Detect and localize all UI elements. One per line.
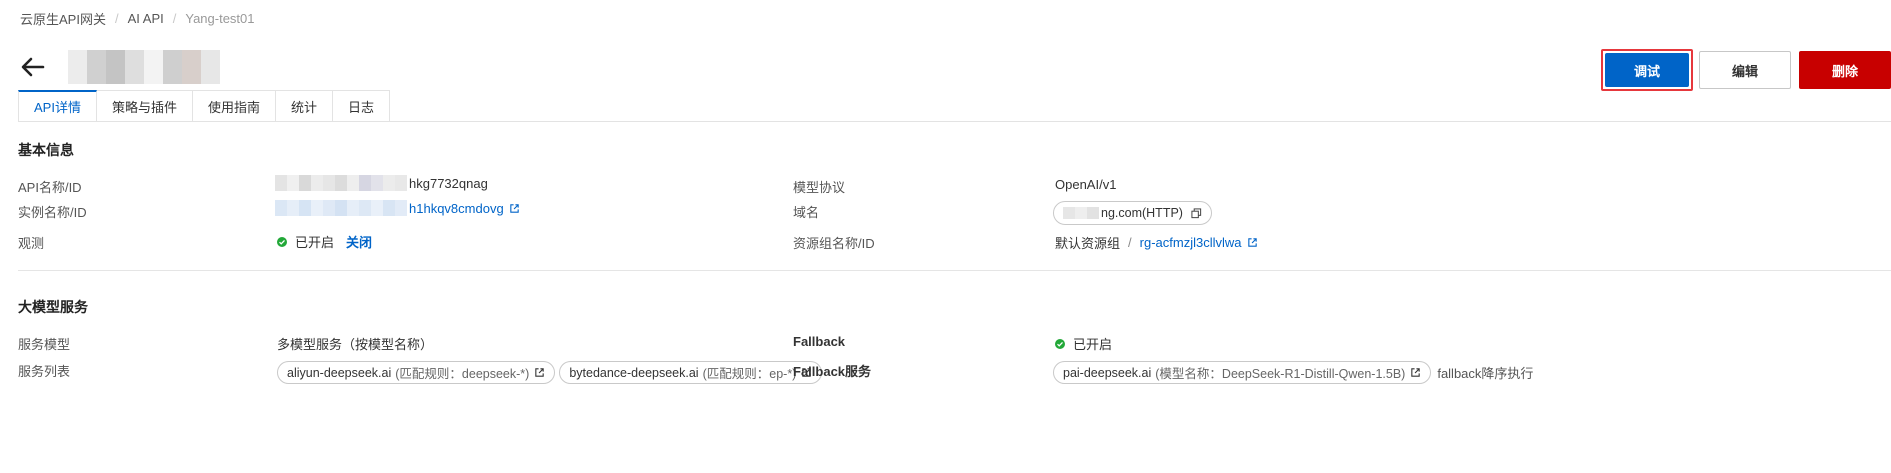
service-name: bytedance-deepseek.ai [569, 365, 699, 380]
fallback-label: Fallback [793, 334, 846, 349]
page-title-redacted [68, 50, 220, 84]
back-arrow-icon[interactable] [18, 52, 48, 82]
domain-pill: ng.com(HTTP) [1053, 201, 1212, 225]
page-header [18, 50, 220, 84]
observe-close-link[interactable]: 关闭 [346, 232, 372, 251]
service-list-label: 服务列表 [18, 364, 71, 379]
redacted-text [1063, 207, 1099, 219]
service-rule: (匹配规则：deepseek-*) [395, 367, 530, 381]
breadcrumb-item-ai-api[interactable]: AI API [128, 11, 164, 26]
fallback-service-rule: (模型名称：DeepSeek-R1-Distill-Qwen-1.5B) [1155, 367, 1406, 381]
service-pill-aliyun: aliyun-deepseek.ai (匹配规则：deepseek-*) [277, 361, 556, 384]
service-model-label: 服务模型 [18, 337, 71, 352]
check-circle-icon [277, 236, 287, 247]
tab-statistics[interactable]: 统计 [276, 90, 334, 122]
tab-bar: API详情 策略与插件 使用指南 统计 日志 [18, 90, 391, 122]
domain-value: ng.com(HTTP) [1053, 201, 1212, 225]
tab-policies-plugins[interactable]: 策略与插件 [96, 90, 193, 122]
redacted-text [275, 175, 407, 191]
external-link-icon[interactable] [509, 203, 520, 214]
instance-id-link[interactable]: h1hkqv8cmdovg [409, 201, 504, 216]
api-id-text: hkg7732qnag [409, 175, 488, 191]
fallback-order-text: fallback降序执行 [1437, 366, 1534, 381]
fallback-service-pill: pai-deepseek.ai (模型名称：DeepSeek-R1-Distil… [1053, 361, 1432, 384]
fallback-service-value: pai-deepseek.ai (模型名称：DeepSeek-R1-Distil… [1053, 361, 1533, 384]
external-link-icon[interactable] [1247, 237, 1258, 248]
section-title-model: 大模型服务 [18, 299, 88, 315]
resource-group-value: 默认资源组 / rg-acfmzjl3cllvlwa [1055, 233, 1258, 252]
breadcrumb-item-gateway[interactable]: 云原生API网关 [20, 9, 106, 28]
external-link-icon[interactable] [1410, 367, 1421, 378]
tab-usage-guide[interactable]: 使用指南 [192, 90, 276, 122]
fallback-service-label: Fallback服务 [793, 364, 872, 379]
resource-group-id-link[interactable]: rg-acfmzjl3cllvlwa [1140, 235, 1242, 250]
instance-label: 实例名称/ID [18, 205, 87, 220]
service-list: aliyun-deepseek.ai (匹配规则：deepseek-*) byt… [277, 361, 823, 384]
section-title-basic: 基本信息 [18, 142, 74, 158]
check-circle-icon [1055, 338, 1065, 349]
resource-group-label: 资源组名称/ID [793, 236, 875, 251]
tab-api-details[interactable]: API详情 [18, 90, 97, 122]
observe-label: 观测 [18, 236, 45, 251]
service-name: aliyun-deepseek.ai [287, 365, 392, 380]
fallback-status: 已开启 [1073, 337, 1113, 352]
api-name-value: hkg7732qnag [275, 175, 488, 191]
instance-value: h1hkqv8cmdovg [275, 200, 520, 216]
breadcrumb-item-current: Yang-test01 [185, 11, 255, 26]
external-link-icon[interactable] [534, 367, 545, 378]
delete-button[interactable]: 删除 [1799, 51, 1891, 89]
observe-status: 已开启 [295, 235, 335, 250]
api-name-label: API名称/ID [18, 180, 82, 195]
breadcrumb-separator: / [172, 11, 177, 26]
fallback-value: 已开启 [1055, 334, 1112, 353]
breadcrumb: 云原生API网关 / AI API / Yang-test01 [20, 9, 255, 28]
protocol-label: 模型协议 [793, 180, 846, 195]
tab-logs[interactable]: 日志 [333, 90, 391, 122]
domain-text: ng.com(HTTP) [1101, 206, 1183, 220]
breadcrumb-separator: / [114, 11, 119, 26]
section-divider [18, 270, 1891, 271]
edit-button[interactable]: 编辑 [1699, 51, 1791, 89]
protocol-value: OpenAI/v1 [1055, 177, 1117, 192]
debug-button-highlight: 调试 [1601, 49, 1693, 91]
service-pill-bytedance: bytedance-deepseek.ai (匹配规则：ep-*) [559, 361, 823, 384]
debug-button[interactable]: 调试 [1605, 53, 1689, 87]
service-model-value: 多模型服务（按模型名称） [277, 337, 434, 352]
domain-label: 域名 [793, 205, 820, 220]
resource-separator: / [1128, 235, 1132, 250]
fallback-service-name: pai-deepseek.ai [1063, 365, 1152, 380]
resource-group-name: 默认资源组 [1055, 236, 1121, 251]
tab-divider [18, 121, 1891, 122]
service-rule: (匹配规则：ep-*) [702, 367, 797, 381]
observe-value: 已开启 关闭 [277, 232, 372, 251]
redacted-text [275, 200, 407, 216]
header-actions: 调试 编辑 删除 [1601, 49, 1891, 91]
copy-icon[interactable] [1191, 207, 1202, 219]
